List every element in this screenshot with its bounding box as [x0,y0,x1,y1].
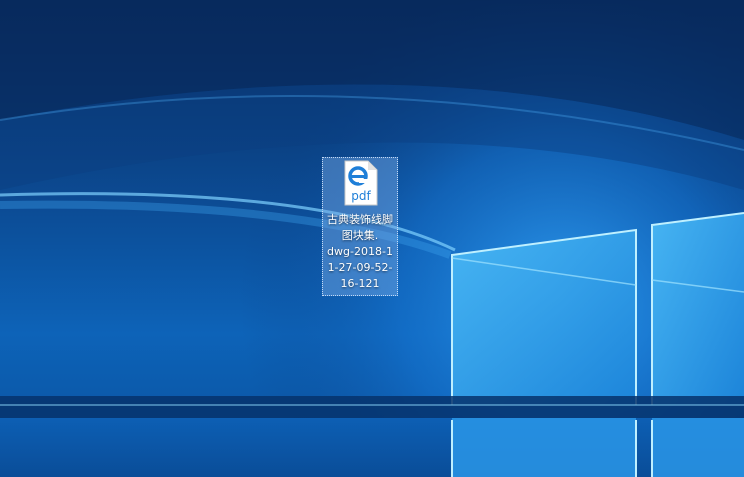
pdf-badge-text: pdf [351,189,371,203]
file-name-line: 1-27-09-52- [327,261,393,274]
file-name-line: 古典装饰线脚 [327,213,393,226]
file-name-line: 16-121 [340,277,380,290]
file-name-line: dwg-2018-1 [327,245,393,258]
desktop[interactable]: pdf 古典装饰线脚 图块集. dwg-2018-1 1-27-09-52- 1… [0,0,744,477]
edge-pdf-file-icon: pdf [344,160,378,206]
file-name-label: 古典装饰线脚 图块集. dwg-2018-1 1-27-09-52- 16-12… [325,212,395,292]
desktop-file-icon[interactable]: pdf 古典装饰线脚 图块集. dwg-2018-1 1-27-09-52- 1… [322,157,398,296]
file-name-line: 图块集. [341,229,379,242]
